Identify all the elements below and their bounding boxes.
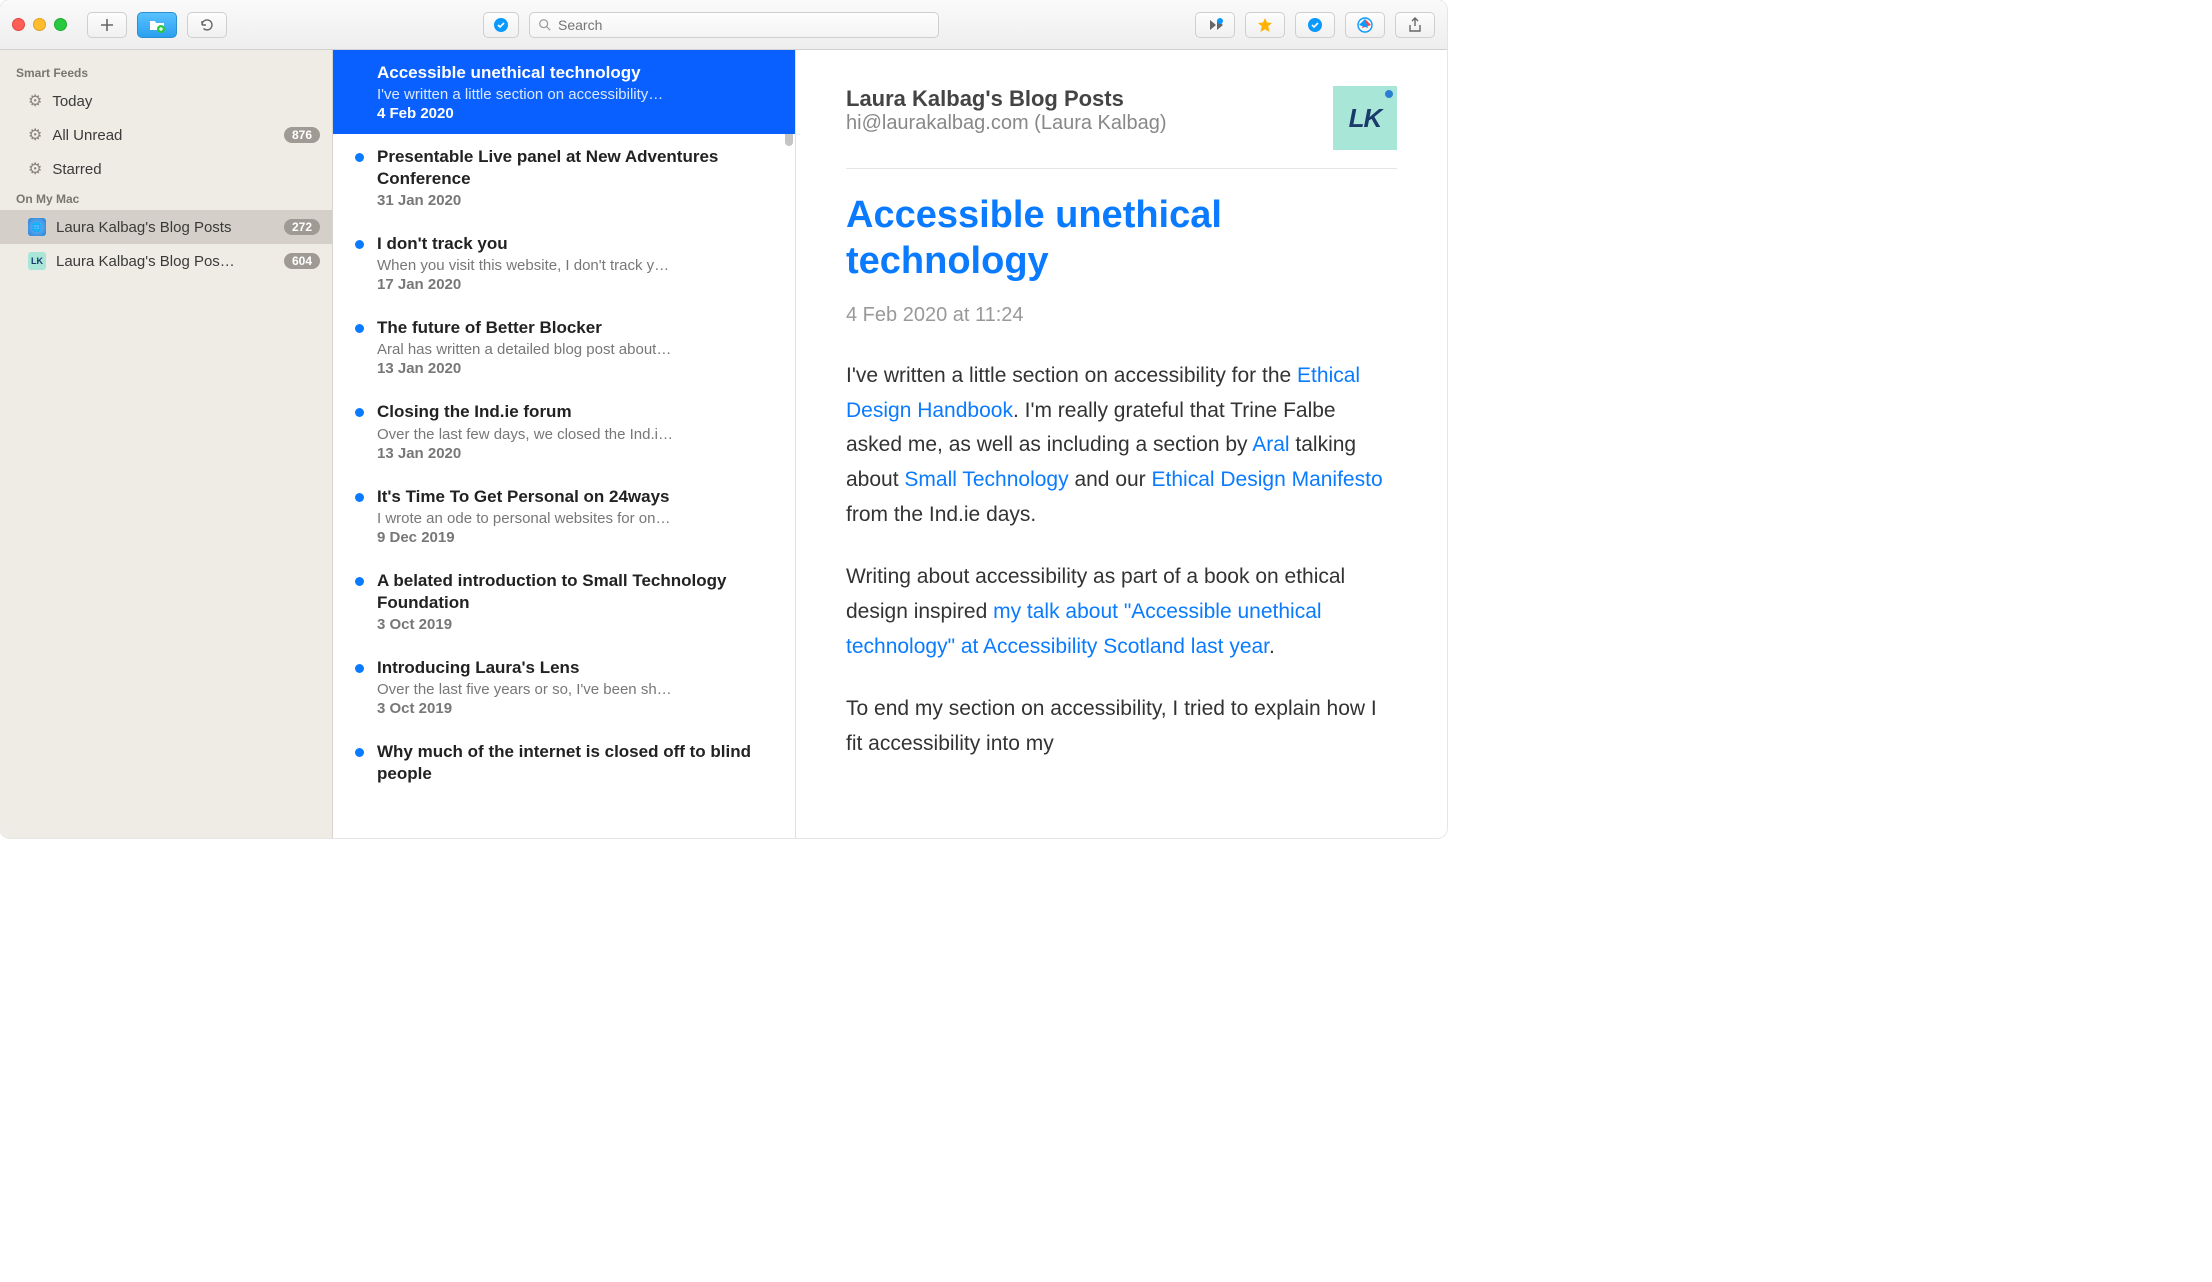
reader-datetime: 4 Feb 2020 at 11:24: [846, 304, 1397, 327]
article-title: Closing the Ind.ie forum: [377, 401, 775, 423]
article-item[interactable]: It's Time To Get Personal on 24ways I wro…: [333, 474, 795, 558]
star-button[interactable]: [1245, 12, 1285, 38]
sidebar-item-all-unread[interactable]: ⚙ All Unread 876: [0, 118, 332, 152]
article-item[interactable]: Introducing Laura's Lens Over the last fi…: [333, 645, 795, 729]
article-date: 3 Oct 2019: [377, 616, 775, 633]
unread-dot-icon: [355, 153, 364, 162]
sidebar-item-label: Laura Kalbag's Blog Pos…: [56, 253, 274, 270]
article-date: 13 Jan 2020: [377, 445, 775, 462]
article-summary: I wrote an ode to personal websites for …: [377, 510, 775, 527]
article-list[interactable]: Accessible unethical technology I've writ…: [333, 50, 796, 838]
add-folder-button[interactable]: [137, 12, 177, 38]
article-item[interactable]: I don't track you When you visit this web…: [333, 221, 795, 305]
article-title: I don't track you: [377, 233, 775, 255]
article-summary: Over the last five years or so, I've bee…: [377, 681, 775, 698]
reader-link[interactable]: Ethical Design Manifesto: [1152, 468, 1383, 491]
sidebar-item-today[interactable]: ⚙ Today: [0, 84, 332, 118]
search-field[interactable]: [529, 12, 939, 38]
refresh-button[interactable]: [187, 12, 227, 38]
sidebar-item-label: All Unread: [52, 127, 274, 144]
article-summary: I've written a little section on accessi…: [377, 86, 775, 103]
gear-icon: ⚙: [28, 125, 42, 145]
article-date: 13 Jan 2020: [377, 360, 775, 377]
unread-badge: 876: [284, 127, 320, 143]
article-summary: Over the last few days, we closed the In…: [377, 426, 775, 443]
unread-badge: 604: [284, 253, 320, 269]
new-item-button[interactable]: [87, 12, 127, 38]
sidebar-item-label: Today: [52, 93, 320, 110]
sidebar-section-smart-feeds: Smart Feeds: [0, 60, 332, 84]
article-title: The future of Better Blocker: [377, 317, 775, 339]
unread-dot-icon: [355, 408, 364, 417]
toolbar: [0, 0, 1447, 50]
read-status-button[interactable]: [1295, 12, 1335, 38]
article-item[interactable]: A belated introduction to Small Technolo…: [333, 558, 795, 645]
window-controls: [12, 18, 67, 31]
article-title: Presentable Live panel at New Adventures…: [377, 146, 775, 190]
reader-paragraph: Writing about accessibility as part of a…: [846, 560, 1397, 664]
mark-read-button[interactable]: [483, 12, 519, 38]
sidebar: Smart Feeds ⚙ Today ⚙ All Unread 876 ⚙ S…: [0, 50, 333, 838]
article-summary: Aral has written a detailed blog post ab…: [377, 341, 775, 358]
article-date: 4 Feb 2020: [377, 105, 775, 122]
article-date: 9 Dec 2019: [377, 529, 775, 546]
unread-badge: 272: [284, 219, 320, 235]
unread-dot-icon: [355, 324, 364, 333]
reader-feed-name: Laura Kalbag's Blog Posts: [846, 86, 1313, 112]
gear-icon: ⚙: [28, 91, 42, 111]
article-date: 3 Oct 2019: [377, 700, 775, 717]
reader-avatar: LK: [1333, 86, 1397, 150]
reader-paragraph: I've written a little section on accessi…: [846, 359, 1397, 532]
article-title: A belated introduction to Small Technolo…: [377, 570, 775, 614]
globe-icon: 🌐: [28, 218, 46, 236]
article-title: Introducing Laura's Lens: [377, 657, 775, 679]
search-input[interactable]: [558, 17, 930, 33]
share-button[interactable]: [1395, 12, 1435, 38]
sidebar-feed-2[interactable]: LK Laura Kalbag's Blog Pos… 604: [0, 244, 332, 278]
next-unread-button[interactable]: [1195, 12, 1235, 38]
sidebar-item-starred[interactable]: ⚙ Starred: [0, 152, 332, 186]
unread-dot-icon: [355, 664, 364, 673]
unread-dot-icon: [355, 748, 364, 757]
sidebar-feed-1[interactable]: 🌐 Laura Kalbag's Blog Posts 272: [0, 210, 332, 244]
reader-link[interactable]: Small Technology: [904, 468, 1068, 491]
reader-paragraph: To end my section on accessibility, I tr…: [846, 692, 1397, 761]
reader-pane[interactable]: Laura Kalbag's Blog Posts hi@laurakalbag…: [796, 50, 1447, 838]
sidebar-item-label: Starred: [52, 161, 320, 178]
article-item[interactable]: Why much of the internet is closed off t…: [333, 729, 795, 797]
minimize-window-button[interactable]: [33, 18, 46, 31]
sidebar-section-on-my-mac: On My Mac: [0, 186, 332, 210]
article-item[interactable]: Closing the Ind.ie forum Over the last fe…: [333, 389, 795, 473]
article-date: 17 Jan 2020: [377, 276, 775, 293]
article-item[interactable]: Presentable Live panel at New Adventures…: [333, 134, 795, 221]
reader-header: Laura Kalbag's Blog Posts hi@laurakalbag…: [846, 86, 1397, 169]
article-summary: When you visit this website, I don't tra…: [377, 257, 775, 274]
article-title: It's Time To Get Personal on 24ways: [377, 486, 775, 508]
sidebar-item-label: Laura Kalbag's Blog Posts: [56, 219, 274, 236]
open-in-browser-button[interactable]: [1345, 12, 1385, 38]
unread-dot-icon: [355, 240, 364, 249]
reader-link[interactable]: Aral: [1252, 433, 1289, 456]
gear-icon: ⚙: [28, 159, 42, 179]
unread-dot-icon: [355, 577, 364, 586]
lk-favicon-icon: LK: [28, 252, 46, 270]
unread-dot-icon: [355, 493, 364, 502]
article-title: Why much of the internet is closed off t…: [377, 741, 775, 785]
zoom-window-button[interactable]: [54, 18, 67, 31]
reader-title: Accessible unethical technology: [846, 193, 1397, 284]
article-item[interactable]: Accessible unethical technology I've writ…: [333, 50, 795, 134]
article-item[interactable]: The future of Better Blocker Aral has wri…: [333, 305, 795, 389]
reader-author: hi@laurakalbag.com (Laura Kalbag): [846, 112, 1313, 135]
search-icon: [538, 18, 552, 32]
article-title: Accessible unethical technology: [377, 62, 775, 84]
close-window-button[interactable]: [12, 18, 25, 31]
article-date: 31 Jan 2020: [377, 192, 775, 209]
